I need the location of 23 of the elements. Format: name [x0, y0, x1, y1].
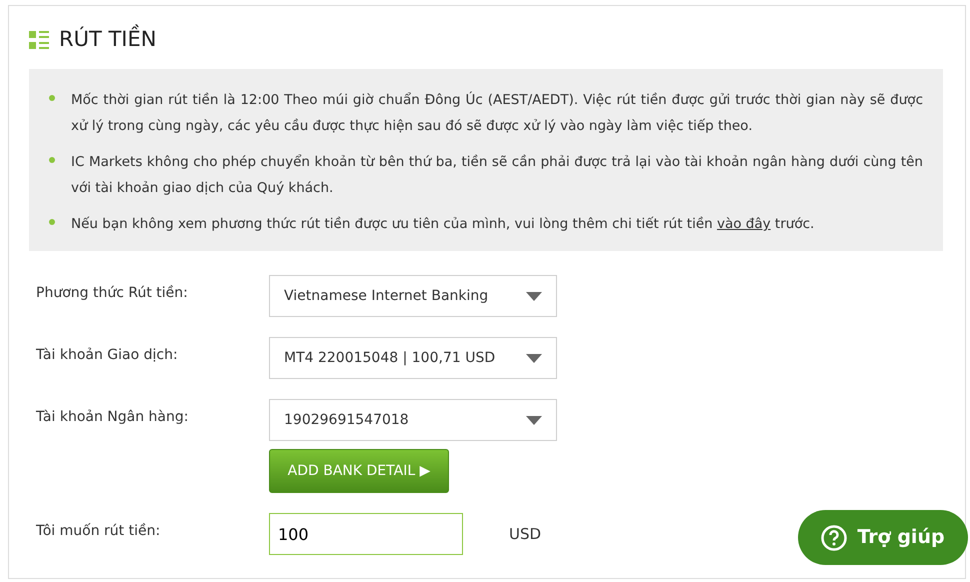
bullet-icon — [49, 157, 55, 163]
page-title: RÚT TIỀN — [59, 24, 156, 56]
dropdown[interactable]: 19029691547018 — [269, 399, 557, 441]
help-icon — [821, 524, 848, 550]
field-label: Tài khoản Giao dịch: — [35, 346, 179, 365]
dropdown[interactable]: Vietnamese Internet Banking — [269, 275, 557, 317]
caret-icon — [526, 416, 542, 424]
note-text: IC Markets không cho phép chuyển khoản từ bên thứ ba, tiền sẽ cần phải được trả lại vào tài khoản ngân hàng dưới cùng tên với tài khoản giao dịch của Quý khách. — [71, 153, 923, 198]
field-label: Tài khoản Ngân hàng: — [35, 408, 190, 427]
bullet-icon — [49, 95, 55, 101]
currency-label: USD — [509, 524, 542, 545]
amount-input[interactable]: 100 — [269, 513, 463, 555]
field-label: Tôi muốn rút tiền: — [35, 522, 162, 541]
dropdown[interactable]: MT4 220015048 | 100,71 USD — [269, 337, 557, 379]
help-button[interactable]: Trợ giúp — [798, 510, 968, 565]
note-text: Mốc thời gian rút tiền là 12:00 Theo múi giờ chuẩn Đông Úc (AEST/AEDT). Việc rút tiền được gửi trước thời gian này sẽ được xử lý trong cùng ngày, các yêu cầu được thực hiện sau đó sẽ được xử lý vào ngày làm việc tiếp theo. — [71, 90, 923, 136]
bullet-icon — [49, 219, 55, 225]
field-label: Phương thức Rút tiền: — [35, 284, 189, 303]
caret-icon — [526, 292, 542, 300]
link[interactable]: vào đây — [716, 216, 771, 232]
list-icon — [29, 30, 49, 50]
caret-icon — [526, 354, 542, 362]
note-text: Nếu bạn không xem phương thức rút tiền được ưu tiên của mình, vui lòng thêm chi tiết rút tiền vào đây trước. — [71, 215, 814, 234]
